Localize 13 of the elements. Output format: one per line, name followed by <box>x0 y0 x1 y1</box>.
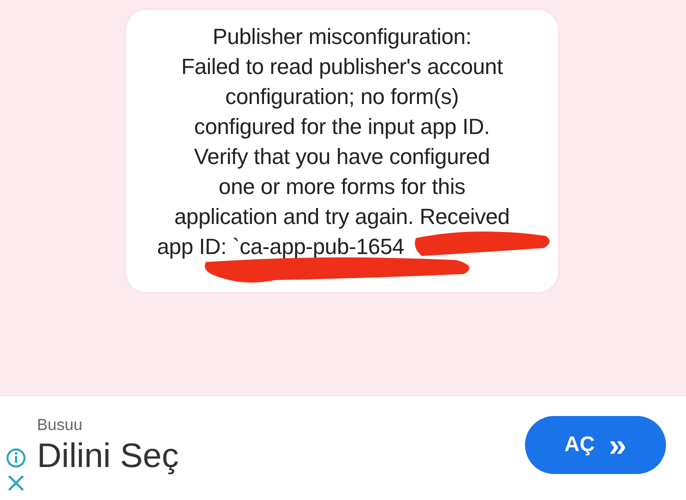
message-line: Publisher misconfiguration: <box>212 23 472 51</box>
open-button[interactable]: AÇ » <box>525 416 666 474</box>
advertiser-name: Busuu <box>37 416 84 434</box>
message-line: one or more forms for this <box>218 173 466 201</box>
message-line: configured for the input app ID. <box>194 113 490 141</box>
info-icon[interactable] <box>6 448 26 468</box>
ad-headline: Dilini Seç <box>37 436 179 476</box>
close-icon[interactable] <box>6 474 26 492</box>
message-line: app ID: `ca-app-pub-1654 <box>157 233 404 261</box>
message-line: configuration; no form(s) <box>225 83 459 111</box>
message-line: application and try again. Received <box>174 203 510 231</box>
message-line: Failed to read publisher's account <box>181 53 503 81</box>
message-line: Verify that you have configured <box>194 143 490 171</box>
